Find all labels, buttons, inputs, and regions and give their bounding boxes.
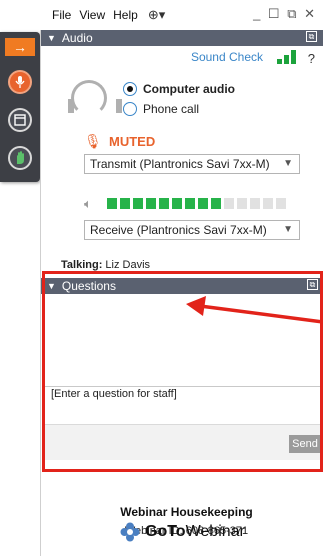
gotowebinar-logo: GoTo Webinar — [120, 522, 245, 542]
control-panel: ▼ Audio ⧉ Sound Check ? Computer audio P… — [40, 30, 323, 556]
popout-icon[interactable]: ⧉ — [306, 31, 317, 42]
collapse-arrow-icon[interactable]: → — [5, 38, 35, 56]
audio-pane-header[interactable]: ▼ Audio ⧉ — [41, 30, 323, 46]
transmit-select[interactable]: Transmit (Plantronics Savi 7xx-M) ▼ — [84, 154, 300, 174]
radio-dot[interactable] — [123, 82, 137, 96]
meter-segment — [263, 198, 273, 209]
talking-name: Liz Davis — [105, 259, 151, 271]
left-toolbar: → — [0, 32, 40, 182]
window-icon[interactable] — [8, 108, 32, 132]
webinar-title: Webinar Housekeeping — [120, 505, 253, 519]
chevron-down-icon: ▼ — [283, 158, 293, 169]
globe-icon[interactable]: ⊕▾ — [148, 7, 165, 23]
meter-segment — [224, 198, 234, 209]
questions-title: Questions — [61, 279, 116, 293]
transmit-value: Transmit (Plantronics Savi 7xx-M) — [90, 157, 270, 171]
muted-mic-icon[interactable]: 🎙︎ — [84, 133, 102, 150]
speaker-icon: 🔈︎ — [84, 196, 92, 211]
menu-help[interactable]: Help — [113, 8, 138, 22]
mute-mic-icon[interactable] — [8, 70, 32, 94]
audio-title: Audio — [61, 31, 93, 45]
brand-webinar: Webinar — [185, 523, 245, 540]
meter-segment — [185, 198, 195, 209]
muted-label: MUTED — [109, 134, 156, 149]
meter-segment — [211, 198, 221, 209]
flower-logo-icon — [120, 522, 140, 542]
headset-icon — [68, 80, 122, 116]
menu-view[interactable]: View — [79, 8, 105, 22]
radio-phone-label: Phone call — [143, 102, 200, 116]
sound-check-link[interactable]: Sound Check — [191, 50, 263, 64]
raise-hand-icon[interactable] — [8, 146, 32, 170]
radio-computer-audio[interactable]: Computer audio — [123, 82, 235, 96]
meter-segment — [276, 198, 286, 209]
meter-segment — [172, 198, 182, 209]
meter-segment — [120, 198, 130, 209]
menu-bar: File View Help ⊕▾ _ ☐ ⧉ ✕ — [40, 0, 323, 30]
brand-goto: GoTo — [145, 523, 186, 540]
window-controls[interactable]: _ ☐ ⧉ ✕ — [253, 6, 317, 22]
radio-dot[interactable] — [123, 102, 137, 116]
meter-segment — [250, 198, 260, 209]
meter-segment — [159, 198, 169, 209]
receive-value: Receive (Plantronics Savi 7xx-M) — [90, 223, 267, 237]
question-input[interactable]: [Enter a question for staff] — [49, 386, 323, 424]
signal-bars-icon — [277, 50, 299, 64]
receive-select[interactable]: Receive (Plantronics Savi 7xx-M) ▼ — [84, 220, 300, 240]
chevron-down-icon: ▼ — [283, 224, 293, 235]
meter-segment — [198, 198, 208, 209]
questions-footer-bar — [45, 424, 323, 460]
menu-file[interactable]: File — [52, 8, 71, 22]
collapse-triangle-icon[interactable]: ▼ — [47, 33, 56, 43]
popout-icon[interactable]: ⧉ — [307, 279, 318, 290]
meter-segment — [133, 198, 143, 209]
radio-computer-label: Computer audio — [143, 82, 235, 96]
send-button[interactable]: Send — [289, 435, 321, 453]
help-icon[interactable]: ? — [308, 51, 315, 66]
questions-pane-header[interactable]: ▼ Questions ⧉ — [41, 278, 323, 294]
radio-phone-call[interactable]: Phone call — [123, 102, 199, 116]
talking-label: Talking: — [61, 259, 103, 271]
meter-segment — [107, 198, 117, 209]
meter-segment — [237, 198, 247, 209]
questions-log[interactable] — [43, 295, 323, 385]
volume-meter — [107, 198, 289, 209]
collapse-triangle-icon[interactable]: ▼ — [47, 281, 56, 291]
meter-segment — [146, 198, 156, 209]
talking-indicator: Talking: Liz Davis — [61, 259, 150, 271]
